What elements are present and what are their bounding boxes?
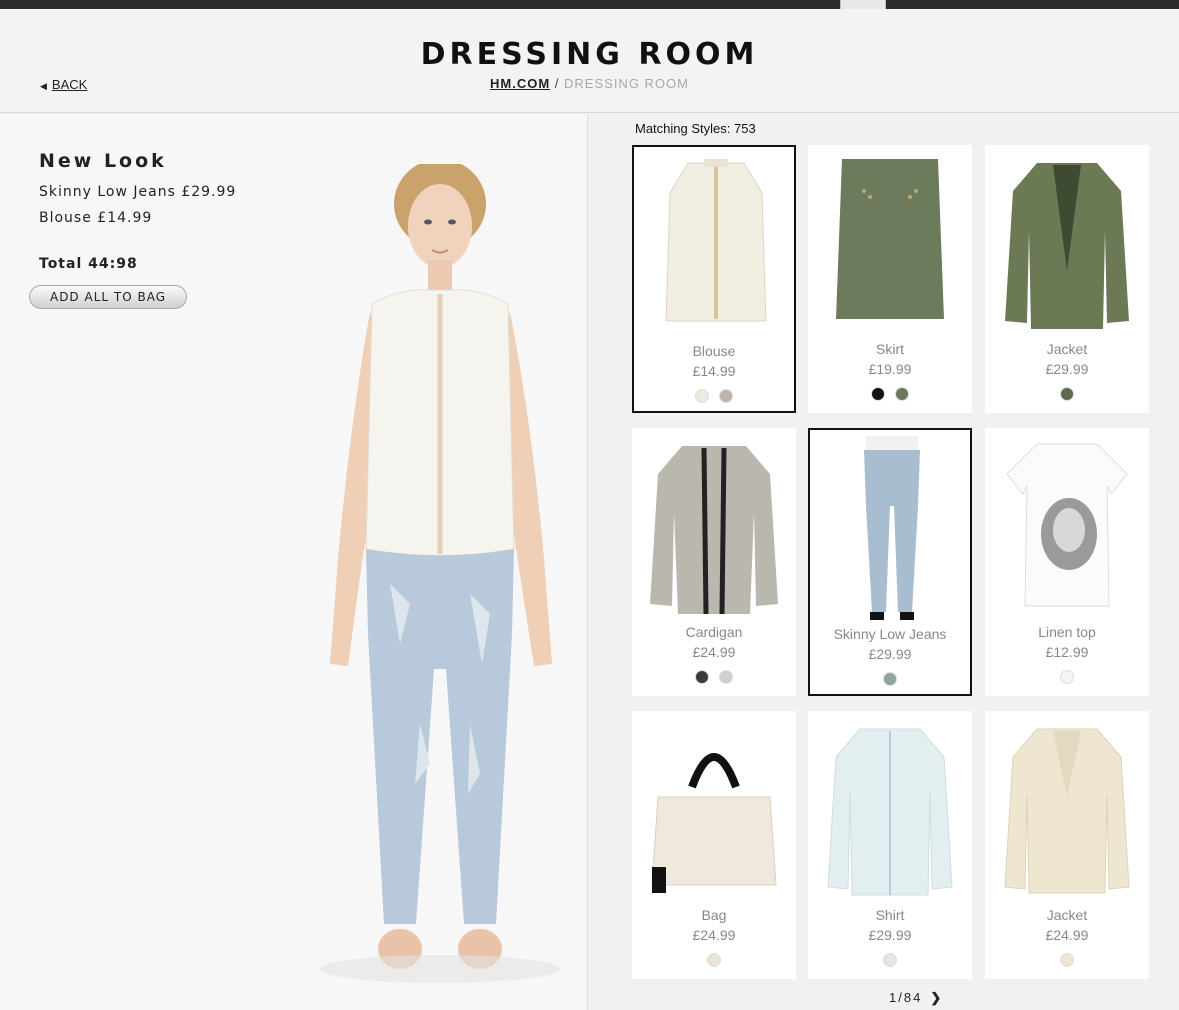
chevron-left-icon: ◀ [40,81,47,91]
product-price: £12.99 [1045,644,1089,660]
product-card-jacket-2[interactable]: Jacket £24.99 [985,711,1149,979]
product-card-skirt[interactable]: Skirt £19.99 [808,145,972,413]
look-title: New Look [39,150,167,172]
pagination: 1/84 ❯ [889,990,943,1006]
header: DRESSING ROOM HM.COM / DRESSING ROOM ◀ BA… [0,9,1179,113]
color-swatch[interactable] [719,389,734,403]
product-name: Blouse [692,343,736,359]
look-item: Blouse £14.99 [39,210,153,226]
look-panel: New Look Skinny Low Jeans £29.99 Blouse … [0,114,588,1010]
product-name: Linen top [1038,624,1096,640]
product-card-cardigan[interactable]: Cardigan £24.99 [632,428,796,696]
product-name: Skirt [876,341,904,357]
color-swatches [985,953,1149,972]
product-name: Jacket [1046,907,1088,923]
color-swatch[interactable] [719,670,734,684]
color-swatch[interactable] [694,670,709,684]
product-card-skinny-low-jeans[interactable]: Skinny Low Jeans £29.99 [808,428,972,696]
page-indicator: 1/84 [889,990,923,1005]
product-card-bag[interactable]: Bag £24.99 [632,711,796,979]
product-image-jacket-2 [1004,728,1130,894]
color-swatch[interactable] [707,953,721,967]
breadcrumb-home-link[interactable]: HM.COM [490,76,550,91]
product-card-shirt[interactable]: Shirt £29.99 [808,711,972,979]
product-name: Cardigan [685,624,743,640]
product-image-bag [651,753,777,893]
color-swatch[interactable] [1060,387,1074,401]
product-image-linen-top [1006,443,1128,607]
product-image-jacket [1005,163,1129,329]
product-price: £29.99 [1045,361,1089,377]
product-price: £29.99 [868,927,912,943]
look-item: Skinny Low Jeans £29.99 [39,184,237,200]
product-card-blouse[interactable]: Blouse £14.99 [632,145,796,413]
back-link[interactable]: ◀ BACK [40,77,87,92]
color-swatch[interactable] [895,387,910,401]
product-image-jeans [864,436,920,620]
add-all-to-bag-button[interactable]: ADD ALL TO BAG [29,285,187,309]
product-image-cardigan [650,446,778,615]
color-swatch[interactable] [870,387,885,401]
color-swatches [985,670,1149,689]
breadcrumb-current: DRESSING ROOM [564,76,689,91]
product-price: £24.99 [692,644,736,660]
color-swatches [985,387,1149,406]
product-image-shirt [827,728,953,896]
product-card-jacket[interactable]: Jacket £29.99 [985,145,1149,413]
matching-styles-panel: Matching Styles: 753 Blouse £14.99 Skirt… [589,114,1179,1010]
page-title: DRESSING ROOM [420,37,759,72]
color-swatch[interactable] [1060,670,1074,684]
color-swatches [632,953,796,972]
product-price: £24.99 [1045,927,1089,943]
breadcrumb-separator: / [554,76,560,91]
model-figure [320,164,560,983]
matching-styles-count: Matching Styles: 753 [635,121,756,136]
chevron-right-icon[interactable]: ❯ [930,990,943,1006]
color-swatches [808,387,972,406]
top-bar [0,0,1179,9]
color-swatches [634,389,794,408]
color-swatch[interactable] [883,953,897,967]
color-swatches [632,670,796,689]
product-name: Skinny Low Jeans [833,626,947,642]
product-price: £19.99 [868,361,912,377]
color-swatch[interactable] [1060,953,1074,967]
product-price: £24.99 [692,927,736,943]
product-name: Shirt [875,907,905,923]
product-price: £14.99 [692,363,736,379]
product-image-blouse [665,159,767,322]
back-label: BACK [51,77,88,92]
product-card-linen-top[interactable]: Linen top £12.99 [985,428,1149,696]
color-swatch[interactable] [883,672,897,686]
color-swatches [808,953,972,972]
color-swatch[interactable] [694,389,709,403]
product-price: £29.99 [868,646,912,662]
product-name: Bag [701,907,727,923]
product-image-skirt [836,159,944,319]
product-name: Jacket [1046,341,1088,357]
color-swatches [810,672,970,691]
look-total: Total 44:98 [39,256,138,272]
breadcrumb: HM.COM / DRESSING ROOM [0,76,1179,91]
